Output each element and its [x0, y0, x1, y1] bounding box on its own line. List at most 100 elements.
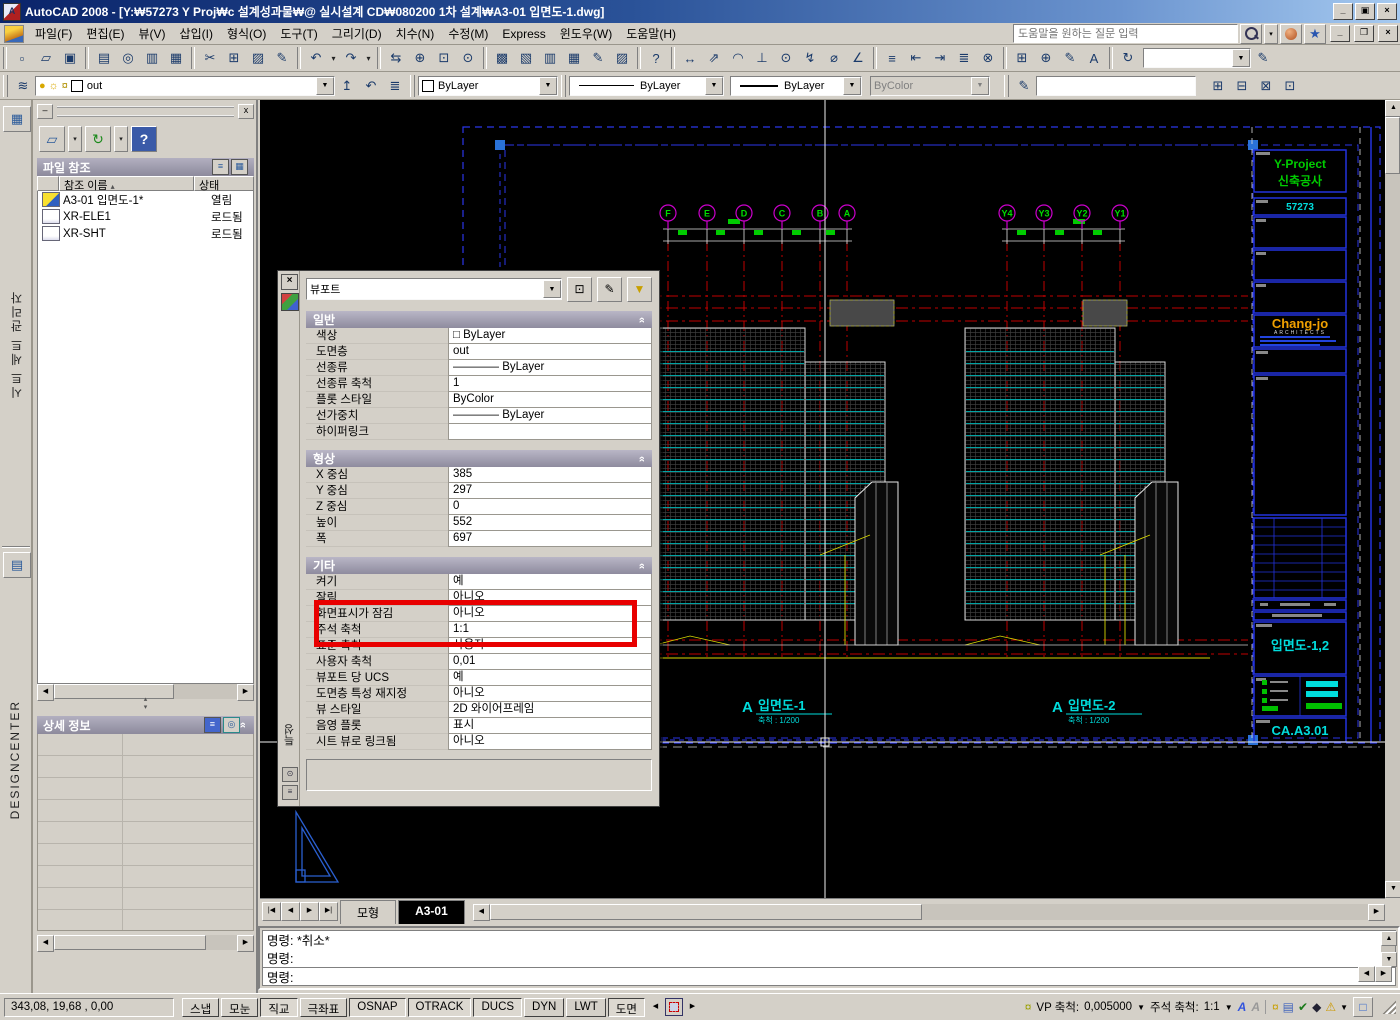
details-header[interactable]: 상세 정보 ≡ ◎ »: [37, 716, 254, 734]
chevron-down-icon[interactable]: ▼: [1232, 49, 1250, 67]
status-toggle-button[interactable]: OTRACK: [408, 998, 472, 1017]
property-value[interactable]: ByColor: [448, 392, 652, 408]
status-toggle-button[interactable]: 스냅: [182, 998, 219, 1017]
doc-restore-button[interactable]: ❒: [1354, 25, 1374, 42]
property-row[interactable]: 도면층 out: [306, 344, 652, 360]
property-value[interactable]: 1: [448, 376, 652, 392]
property-value[interactable]: 예: [448, 670, 652, 686]
tray-check-icon[interactable]: ✔: [1298, 1000, 1308, 1014]
chevron-down-icon[interactable]: ▼: [1340, 1003, 1348, 1012]
maximize-viewport-button[interactable]: [665, 998, 683, 1016]
refresh-button[interactable]: ↻: [85, 126, 111, 152]
select-objects-button[interactable]: ✎: [597, 277, 622, 302]
separator[interactable]: [483, 47, 487, 69]
viewport-single-button[interactable]: ⊟: [1230, 74, 1254, 98]
tray-warning-icon[interactable]: ⚠: [1325, 1000, 1336, 1014]
object-type-combo[interactable]: 뷰포트 ▼: [306, 278, 562, 300]
property-row[interactable]: 색상 □ ByLayer: [306, 328, 652, 344]
collapse-chevron-icon[interactable]: »: [636, 316, 648, 322]
menu-item[interactable]: 치수(N): [389, 25, 442, 43]
dim-text-edit-button[interactable]: A: [1082, 46, 1106, 70]
separator[interactable]: [85, 47, 89, 69]
attach-reference-button[interactable]: ▱: [39, 126, 65, 152]
next-viewport-button[interactable]: ▶: [684, 999, 701, 1016]
general-section-header[interactable]: 일반»: [306, 311, 652, 328]
prev-viewport-button[interactable]: ◀: [647, 999, 664, 1016]
cut-button[interactable]: ✂: [198, 46, 222, 70]
scroll-down-button[interactable]: ▼: [1381, 952, 1397, 967]
markup-set-manager-button[interactable]: ✎: [586, 46, 610, 70]
property-row[interactable]: Z 중심 0: [306, 499, 652, 515]
property-value[interactable]: out: [448, 344, 652, 360]
tool-palettes-button[interactable]: ▥: [538, 46, 562, 70]
prev-tab-button[interactable]: ◀: [281, 902, 300, 921]
property-row[interactable]: 선종류 축척 1: [306, 376, 652, 392]
chevron-down-icon[interactable]: ▼: [843, 77, 861, 95]
property-row[interactable]: 도면층 특성 재지정 아니오: [306, 686, 652, 702]
dim-linear-button[interactable]: ↔: [678, 46, 702, 70]
dim-radius-button[interactable]: ⊙: [774, 46, 798, 70]
layout-tab[interactable]: A3-01: [398, 900, 465, 924]
annotation-scale-value[interactable]: 1:1: [1204, 1001, 1220, 1013]
scroll-down-button[interactable]: ▼: [1385, 881, 1400, 898]
status-toggle-button[interactable]: 극좌표: [300, 998, 348, 1017]
name-column-header[interactable]: 참조 이름 ▴: [59, 176, 194, 191]
close-button[interactable]: ×: [1377, 3, 1397, 20]
quick-dimension-button[interactable]: ≡: [880, 46, 904, 70]
copy-button[interactable]: ⊞: [222, 46, 246, 70]
property-row[interactable]: 음영 플롯 표시: [306, 718, 652, 734]
lineweight-combo[interactable]: ByLayer ▼: [730, 76, 862, 96]
property-value[interactable]: 예: [448, 574, 652, 590]
resize-grip[interactable]: [1382, 1000, 1396, 1014]
doc-close-button[interactable]: ×: [1378, 25, 1398, 42]
scroll-up-button[interactable]: ▲: [1381, 931, 1397, 946]
auto-hide-button[interactable]: ⊙: [282, 767, 298, 782]
geometry-section-header[interactable]: 형상»: [306, 450, 652, 467]
publish-button[interactable]: ▥: [140, 46, 164, 70]
communication-center-button[interactable]: [1280, 24, 1302, 44]
menu-item[interactable]: 수정(M): [441, 25, 495, 43]
dim-continue-button[interactable]: ⇥: [928, 46, 952, 70]
file-references-header[interactable]: 파일 참조 ≡ ▦: [37, 158, 254, 176]
dim-style-apply-button[interactable]: ✎: [1251, 46, 1275, 70]
dim-ordinate-button[interactable]: ⊥: [750, 46, 774, 70]
panel-splitter[interactable]: ▴▾: [37, 699, 254, 707]
scroll-thumb[interactable]: [54, 684, 174, 699]
menu-item[interactable]: 윈도우(W): [553, 25, 619, 43]
maximize-button[interactable]: ▣: [1355, 3, 1375, 20]
command-input[interactable]: 명령: ◀ ▶: [262, 967, 1396, 986]
list-view-button[interactable]: ≡: [212, 159, 229, 175]
next-tab-button[interactable]: ▶: [300, 902, 319, 921]
property-row[interactable]: 켜기 예: [306, 574, 652, 590]
viewport-grip[interactable]: [495, 140, 505, 150]
scroll-up-button[interactable]: ▲: [1385, 100, 1400, 117]
toolbar-handle[interactable]: [1004, 75, 1009, 97]
redo-dropdown[interactable]: ▾: [363, 47, 374, 69]
zoom-previous-button[interactable]: ⊙: [456, 46, 480, 70]
scroll-right-button[interactable]: ▶: [1368, 904, 1385, 921]
chevron-down-icon[interactable]: ▼: [543, 280, 561, 298]
separator[interactable]: [377, 47, 381, 69]
collapse-chevron-icon[interactable]: »: [636, 455, 648, 461]
scroll-left-button[interactable]: ◀: [37, 684, 54, 701]
separator[interactable]: [1109, 47, 1113, 69]
property-row[interactable]: 뷰포트 당 UCS 예: [306, 670, 652, 686]
quickcalc-button[interactable]: ▨: [610, 46, 634, 70]
separator[interactable]: [297, 47, 301, 69]
refresh-dropdown[interactable]: ▾: [114, 126, 128, 152]
separator[interactable]: [3, 47, 7, 69]
scroll-right-button[interactable]: ▶: [237, 935, 254, 952]
center-mark-button[interactable]: ⊕: [1034, 46, 1058, 70]
property-row[interactable]: 사용자 축척 0,01: [306, 654, 652, 670]
details-horizontal-scrollbar[interactable]: ◀ ▶: [37, 935, 254, 950]
dim-update-button[interactable]: ↻: [1116, 46, 1140, 70]
pan-button[interactable]: ⇆: [384, 46, 408, 70]
designcenter-tab-button[interactable]: ▤: [3, 552, 31, 578]
toggle-pickadd-button[interactable]: ⊡: [567, 277, 592, 302]
status-toggle-button[interactable]: DYN: [524, 998, 564, 1017]
status-column-header[interactable]: 상태: [194, 176, 254, 191]
palette-title-bar[interactable]: – x: [37, 104, 254, 119]
minimize-palette-button[interactable]: –: [37, 104, 53, 119]
viewport-new-button[interactable]: ⊞: [1206, 74, 1230, 98]
scroll-thumb[interactable]: [1385, 117, 1400, 174]
